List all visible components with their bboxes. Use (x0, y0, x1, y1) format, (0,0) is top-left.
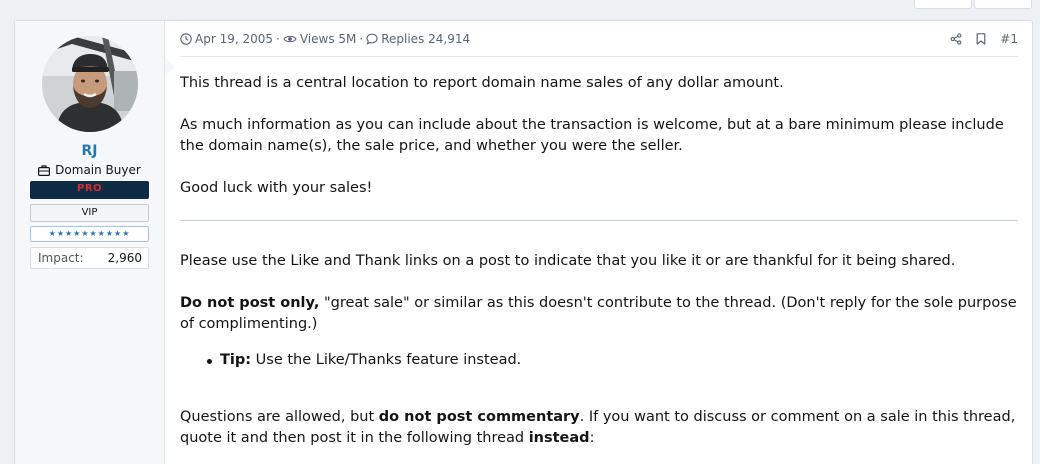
banner-stars: ★★★★★★★★★★ (30, 226, 149, 242)
message-body: This thread is a central location to rep… (180, 57, 1018, 449)
questions-text-a: Questions are allowed, but (180, 409, 379, 425)
message-actions: #1 (950, 32, 1018, 46)
impact-label: Impact: (38, 251, 84, 265)
share-icon[interactable] (950, 32, 962, 45)
bookmark-icon[interactable] (976, 32, 986, 45)
tip-list: Tip: Use the Like/Thanks feature instead… (207, 350, 1018, 371)
post-replies-text: Replies 24,914 (381, 31, 471, 46)
top-tab-right[interactable] (974, 0, 1032, 9)
meta-separator: · (276, 31, 280, 46)
body-paragraph: As much information as you can include a… (180, 117, 1004, 154)
user-title-text: Domain Buyer (55, 163, 141, 177)
meta-separator: · (359, 31, 364, 46)
questions-text-c: : (589, 430, 595, 446)
post-views-text: Views 5M (299, 31, 357, 46)
post-message: RJ Domain Buyer PRO VIP ★★★★★★★★★★ Impac… (14, 20, 1033, 464)
tip-text: Use the Like/Thanks feature instead. (251, 352, 522, 368)
questions-bold-2: instead (528, 430, 590, 446)
post-number-link[interactable]: #1 (1000, 32, 1018, 46)
post-date-text: Apr 19, 2005 (195, 31, 274, 46)
body-paragraph: Good luck with your sales! (180, 180, 373, 196)
impact-stat: Impact: 2,960 (30, 247, 149, 269)
body-paragraph-questions: Questions are allowed, but do not post c… (180, 407, 1018, 449)
username[interactable]: RJ (15, 143, 164, 159)
post-date[interactable]: Apr 19, 2005 (180, 32, 273, 46)
post-views: Views 5M (283, 31, 357, 46)
tip-list-item: Tip: Use the Like/Thanks feature instead… (207, 350, 1018, 371)
tip-bold: Tip: (220, 352, 252, 368)
rule-bold: Do not post only, (180, 295, 320, 311)
impact-value: 2,960 (107, 251, 142, 265)
top-tab-left[interactable] (914, 0, 972, 9)
questions-bold: do not post commentary (378, 409, 580, 425)
body-paragraph: Please use the Like and Thank links on a… (180, 253, 956, 269)
avatar[interactable] (41, 36, 138, 132)
body-divider (180, 220, 1018, 221)
briefcase-icon (38, 164, 51, 176)
message-main: Apr 19, 2005 · Views 5M · Replies 24,914 (165, 21, 1032, 464)
banner-vip: VIP (30, 204, 149, 222)
eye-icon (283, 34, 297, 44)
body-paragraph: This thread is a central location to rep… (180, 75, 784, 91)
message-attribution: Apr 19, 2005 · Views 5M · Replies 24,914 (180, 21, 1018, 57)
body-paragraph-rules: Do not post only, "great sale" or simila… (180, 293, 1018, 335)
clock-icon (180, 32, 192, 45)
comment-icon (366, 33, 378, 45)
user-title: Domain Buyer (15, 163, 164, 177)
top-tabs (912, 0, 1032, 9)
user-cell: RJ Domain Buyer PRO VIP ★★★★★★★★★★ Impac… (15, 21, 175, 464)
post-replies: Replies 24,914 (366, 32, 470, 46)
banner-pro: PRO (30, 181, 149, 199)
